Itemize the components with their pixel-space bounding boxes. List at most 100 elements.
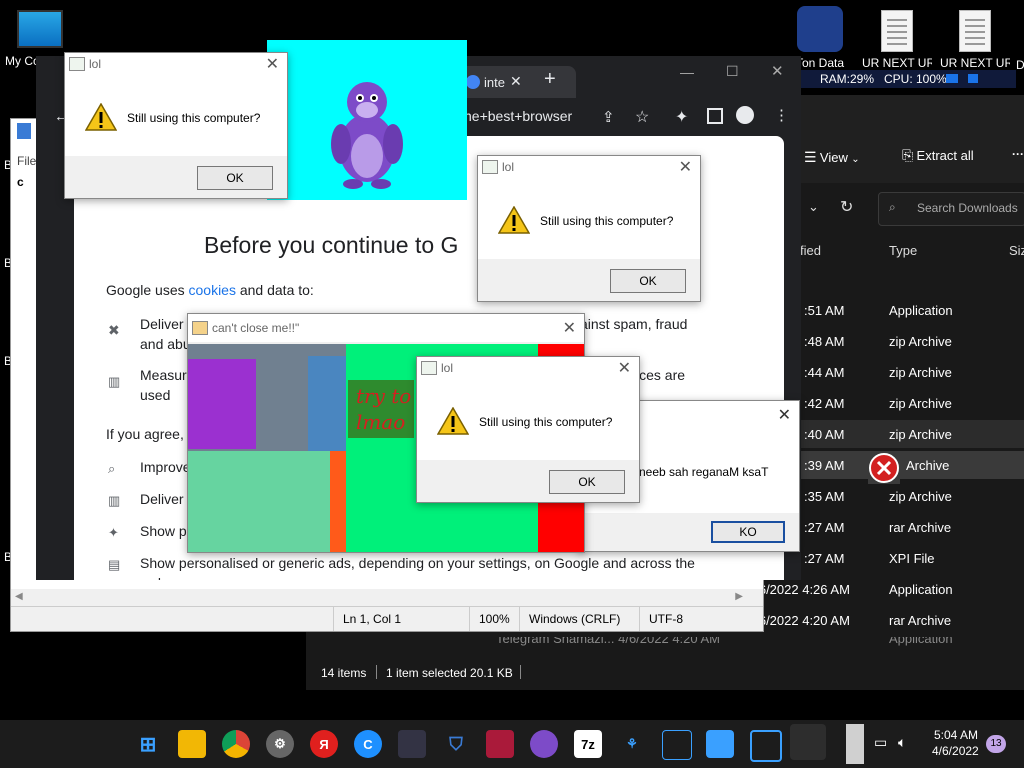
close-icon[interactable]: ✕ [563,318,576,338]
window-app-icon[interactable] [750,730,782,762]
file-modified: :42 AM [804,396,845,411]
list-item-text: Deliver [140,491,184,507]
extract-all-button[interactable]: ⎘ Extract all [902,147,974,164]
intro-pre: Google uses [106,282,189,298]
desktop-icon-file-1[interactable]: UR NEXT UR [862,10,932,70]
column-header-size[interactable]: Siz [1009,243,1024,258]
close-icon[interactable]: ✕ [618,358,631,378]
clock-time[interactable]: 5:04 AM [934,728,978,742]
search-box[interactable]: ⌕ Search Downloads [878,192,1024,226]
ccleaner-icon[interactable]: C [354,730,382,758]
status-divider [469,607,470,631]
show-desktop-button[interactable] [846,724,864,764]
document-icon [959,10,991,52]
glitch-text: try to [356,384,412,408]
network-icon[interactable]: ⚘ [618,730,646,758]
menu-file[interactable]: File [17,154,36,168]
camera-icon [946,74,958,83]
column-header-type[interactable]: Type [889,243,917,258]
file-modified: Telegram Shamazi... 4/6/2022 4:20 AM [496,637,721,646]
file-explorer-icon[interactable] [178,730,206,758]
chart-app-icon[interactable] [662,730,692,760]
ok-button[interactable]: OK [197,166,273,190]
tab-close-icon[interactable]: ✕ [510,73,522,90]
monitor-tray-icon[interactable]: ▭ [874,734,887,751]
app-icon[interactable] [398,730,426,758]
file-row[interactable]: 4/6/2022 4:20 AM rar Archive [746,606,1024,634]
minimize-icon[interactable]: — [680,64,694,80]
defender-shield-icon[interactable]: ⛉ [442,730,470,758]
view-button[interactable]: ☰ View ⌄ [804,149,860,166]
7zip-icon[interactable]: 7z [574,730,602,758]
glitch-block [188,451,330,552]
close-icon[interactable]: ✕ [771,62,784,80]
encoding: UTF-8 [649,612,683,626]
notification-badge[interactable]: 13 [986,735,1006,753]
chrome-icon[interactable] [222,730,250,758]
share-icon[interactable]: ⇪ [602,108,615,126]
refresh-icon[interactable]: ↻ [840,197,853,217]
scroll-right-icon[interactable]: ▶ [735,591,743,602]
ok-button[interactable]: OK [549,470,625,494]
bookmark-star-icon[interactable]: ☆ [635,107,649,127]
close-icon[interactable]: ✕ [679,157,692,177]
dialog-title: lol [502,160,515,174]
profile-icon[interactable] [736,106,754,124]
extract-all-label: Extract all [916,148,974,163]
editor-text[interactable]: c [17,175,24,189]
dialog-message: Still using this computer? [540,214,674,228]
file-type: Application [889,637,953,646]
file-type: XPI File [889,551,935,566]
dialog-footer: KO [579,513,799,551]
dialog-title: can't close me!!" [212,321,300,335]
file-type: zip Archive [889,365,952,380]
column-header-modified[interactable]: fied [800,243,821,258]
intro-post: and data to: [235,282,314,298]
bonzi-buddy-image [331,82,403,189]
volume-icon[interactable]: 🔈︎ [898,734,906,751]
notepad-app-icon[interactable] [706,730,734,758]
horizontal-scrollbar[interactable]: ◀ ▶ [11,589,763,606]
cursor-position: Ln 1, Col 1 [343,612,402,626]
camera-app-icon[interactable] [486,730,514,758]
task-manager-icon[interactable] [790,724,826,760]
extensions-icon[interactable]: ✦ [675,107,688,127]
desktop-icon-file-2[interactable]: UR NEXT UR [940,10,1010,70]
chevron-down-icon[interactable]: ⌄ [808,199,819,215]
app-icon [421,361,437,375]
list-item-text: ices are [636,367,686,383]
bonzi-icon[interactable] [530,730,558,758]
explorer-status-bar: 14 items 1 item selected 20.1 KB [306,657,1024,690]
file-type: zip Archive [889,489,952,504]
agree-text: If you agree, [106,426,184,442]
dialog-footer: OK [65,156,287,198]
menu-icon[interactable]: ⋮ [774,106,789,124]
scroll-left-icon[interactable]: ◀ [15,591,23,602]
desktop-icon-label: UR NEXT UR [940,56,1010,70]
file-type: Application [889,303,953,318]
file-modified: :40 AM [804,427,845,442]
more-options-button[interactable]: ··· [1012,147,1024,161]
clock-date[interactable]: 4/6/2022 [932,744,979,758]
dialog-title: lol [441,361,454,375]
app-icon [797,6,843,52]
close-icon[interactable]: ✕ [266,54,279,74]
file-row[interactable]: Telegram Shamazi... 4/6/2022 4:20 AM App… [484,637,1024,651]
side-panel-icon[interactable] [707,108,723,124]
start-icon[interactable]: ⊞ [134,730,162,758]
performance-overlay: RAM:29% CPU: 100% [794,70,1016,88]
app-icon [192,321,208,335]
yandex-icon[interactable]: Я [310,730,338,758]
close-icon[interactable]: ✕ [778,405,791,425]
sparkle-icon: ✦ [108,525,119,540]
settings-gear-icon[interactable]: ⚙ [266,730,294,758]
ok-button[interactable]: OK [610,269,686,293]
dialog-message: Still using this computer? [127,111,261,125]
notepad-status-bar: Ln 1, Col 1 100% Windows (CRLF) UTF-8 [11,606,763,631]
cookies-link[interactable]: cookies [189,282,236,298]
browser-tab[interactable]: inte ✕ [456,66,576,98]
ok-button[interactable]: KO [711,521,785,543]
maximize-icon[interactable]: ☐ [726,63,739,80]
dialog-footer: OK [417,460,639,502]
new-tab-button[interactable]: + [544,68,556,91]
